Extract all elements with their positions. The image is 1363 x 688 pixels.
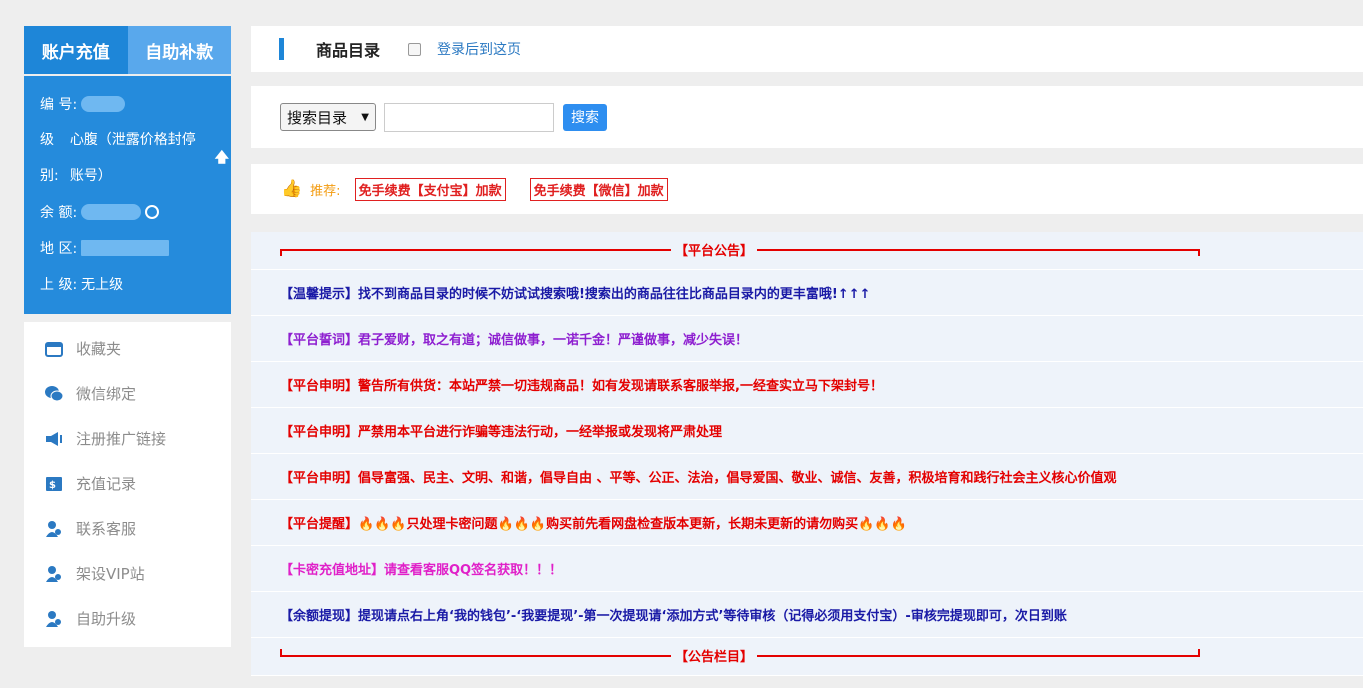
user-icon [44, 519, 64, 539]
divider-tick [1198, 249, 1200, 256]
thumbs-up-icon: 👍 [281, 179, 302, 199]
region-label: 地 区: [40, 238, 77, 258]
notice-items: 【温馨提示】找不到商品目录的时候不妨试试搜索哦!搜索出的商品往往比商品目录内的更… [251, 270, 1363, 638]
title-accent-bar [279, 38, 284, 60]
tab-self-topup[interactable]: 自助补款 [128, 26, 232, 74]
account-level-value: 心腹（泄露价格封停账号） [70, 122, 205, 194]
sidebar-item-referral-link[interactable]: 注册推广链接 [24, 416, 231, 461]
announcement-heading: 【平台公告】 [671, 240, 757, 259]
sidebar-tabs: 账户充值 自助补款 [24, 26, 231, 74]
region-row: 地 区: [40, 230, 231, 266]
search-scope-select[interactable]: 搜索目录 ▼ [280, 103, 376, 131]
up-arrow-icon[interactable]: 🡅 [215, 140, 229, 176]
sidebar-item-label: 充值记录 [76, 473, 136, 494]
sidebar-item-favorites[interactable]: 收藏夹 [24, 326, 231, 371]
remember-page-checkbox[interactable] [408, 43, 421, 56]
account-level-label: 级 别: [40, 122, 70, 194]
folder-icon [44, 339, 64, 359]
notice-item: 【余额提现】提现请点右上角‘我的钱包’-‘我要提现’-第一次提现请‘添加方式’等… [251, 592, 1363, 638]
sidebar-item-label: 注册推广链接 [76, 428, 166, 449]
sidebar-item-label: 收藏夹 [76, 338, 121, 359]
wechat-icon [44, 384, 64, 404]
sidebar-item-label: 架设VIP站 [76, 563, 145, 584]
notice-item: 【平台申明】严禁用本平台进行诈骗等违法行动，一经举报或发现将严肃处理 [251, 408, 1363, 454]
account-info-panel: 编 号: 级 别: 心腹（泄露价格封停账号） 🡅 余 额: 地 区: 上 级: … [24, 76, 231, 314]
user-icon [44, 564, 64, 584]
sidebar-item-recharge-history[interactable]: $ 充值记录 [24, 461, 231, 506]
balance-redacted [81, 204, 141, 220]
divider-tick [280, 249, 282, 256]
recharge-icon: $ [44, 474, 64, 494]
sidebar-item-contact-support[interactable]: 联系客服 [24, 506, 231, 551]
sidebar-item-vip-site[interactable]: 架设VIP站 [24, 551, 231, 596]
balance-row: 余 额: [40, 194, 231, 230]
page-title: 商品目录 [316, 37, 380, 61]
sidebar: 账户充值 自助补款 编 号: 级 别: 心腹（泄露价格封停账号） 🡅 余 额: … [24, 26, 231, 647]
tab-account-recharge[interactable]: 账户充值 [24, 26, 128, 74]
parent-row: 上 级: 无上级 [40, 266, 231, 302]
announcement-list: 【平台公告】 【温馨提示】找不到商品目录的时候不妨试试搜索哦!搜索出的商品往往比… [251, 232, 1363, 676]
chevron-down-icon: ▼ [361, 112, 369, 123]
announcement-divider-top: 【平台公告】 [251, 232, 1363, 270]
sidebar-item-label: 自助升级 [76, 608, 136, 629]
account-level-row: 级 别: 心腹（泄露价格封停账号） 🡅 [40, 122, 231, 194]
alipay-topup-link[interactable]: 免手续费【支付宝】加款 [355, 178, 506, 201]
account-id-label: 编 号: [40, 94, 77, 114]
notice-item: 【平台誓词】君子爱财，取之有道；诚信做事，一诺千金！严谨做事，减少失误！ [251, 316, 1363, 362]
notice-item: 【平台提醒】🔥🔥🔥只处理卡密问题🔥🔥🔥购买前先看网盘检查版本更新，长期未更新的请… [251, 500, 1363, 546]
parent-value: 无上级 [81, 274, 123, 294]
sidebar-item-wechat[interactable]: 微信绑定 [24, 371, 231, 416]
balance-label: 余 额: [40, 202, 77, 222]
sidebar-item-self-upgrade[interactable]: 自助升级 [24, 596, 231, 641]
page-header: 商品目录 登录后到这页 [251, 26, 1363, 72]
refresh-icon[interactable] [145, 205, 159, 219]
notice-item: 【平台申明】警告所有供货：本站严禁一切违规商品！如有发现请联系客服举报,一经查实… [251, 362, 1363, 408]
parent-label: 上 级: [40, 274, 77, 294]
wechat-topup-link[interactable]: 免手续费【微信】加款 [530, 178, 668, 201]
region-redacted [81, 240, 169, 256]
announcement-column-heading: 【公告栏目】 [671, 646, 757, 665]
account-id-row: 编 号: [40, 86, 231, 122]
search-scope-value: 搜索目录 [287, 107, 347, 128]
megaphone-icon [44, 429, 64, 449]
notice-item: 【卡密充值地址】请查看客服QQ签名获取！！！ [251, 546, 1363, 592]
search-input[interactable] [384, 103, 554, 132]
notice-item: 【平台申明】倡导富强、民主、文明、和谐，倡导自由 、平等、公正、法治，倡导爱国、… [251, 454, 1363, 500]
main-content: 商品目录 登录后到这页 搜索目录 ▼ 搜索 👍 推荐: 免手续费【支付宝】加款 … [251, 26, 1363, 676]
user-icon [44, 609, 64, 629]
sidebar-item-label: 联系客服 [76, 518, 136, 539]
sidebar-item-label: 微信绑定 [76, 383, 136, 404]
login-redirect-link[interactable]: 登录后到这页 [437, 39, 521, 59]
divider-tick [1198, 649, 1200, 656]
svg-text:$: $ [49, 480, 56, 491]
divider-tick [280, 649, 282, 656]
announcement-divider-bottom: 【公告栏目】 [251, 638, 1363, 676]
notice-item: 【温馨提示】找不到商品目录的时候不妨试试搜索哦!搜索出的商品往往比商品目录内的更… [251, 270, 1363, 316]
sidebar-menu: 收藏夹 微信绑定 注册推广链接 $ 充值记录 联系客服 [24, 322, 231, 647]
recommend-bar: 👍 推荐: 免手续费【支付宝】加款 免手续费【微信】加款 [251, 164, 1363, 214]
account-id-redacted [81, 96, 125, 112]
recommend-label: 推荐: [310, 180, 340, 199]
search-button[interactable]: 搜索 [563, 104, 607, 131]
search-bar: 搜索目录 ▼ 搜索 [251, 86, 1363, 148]
